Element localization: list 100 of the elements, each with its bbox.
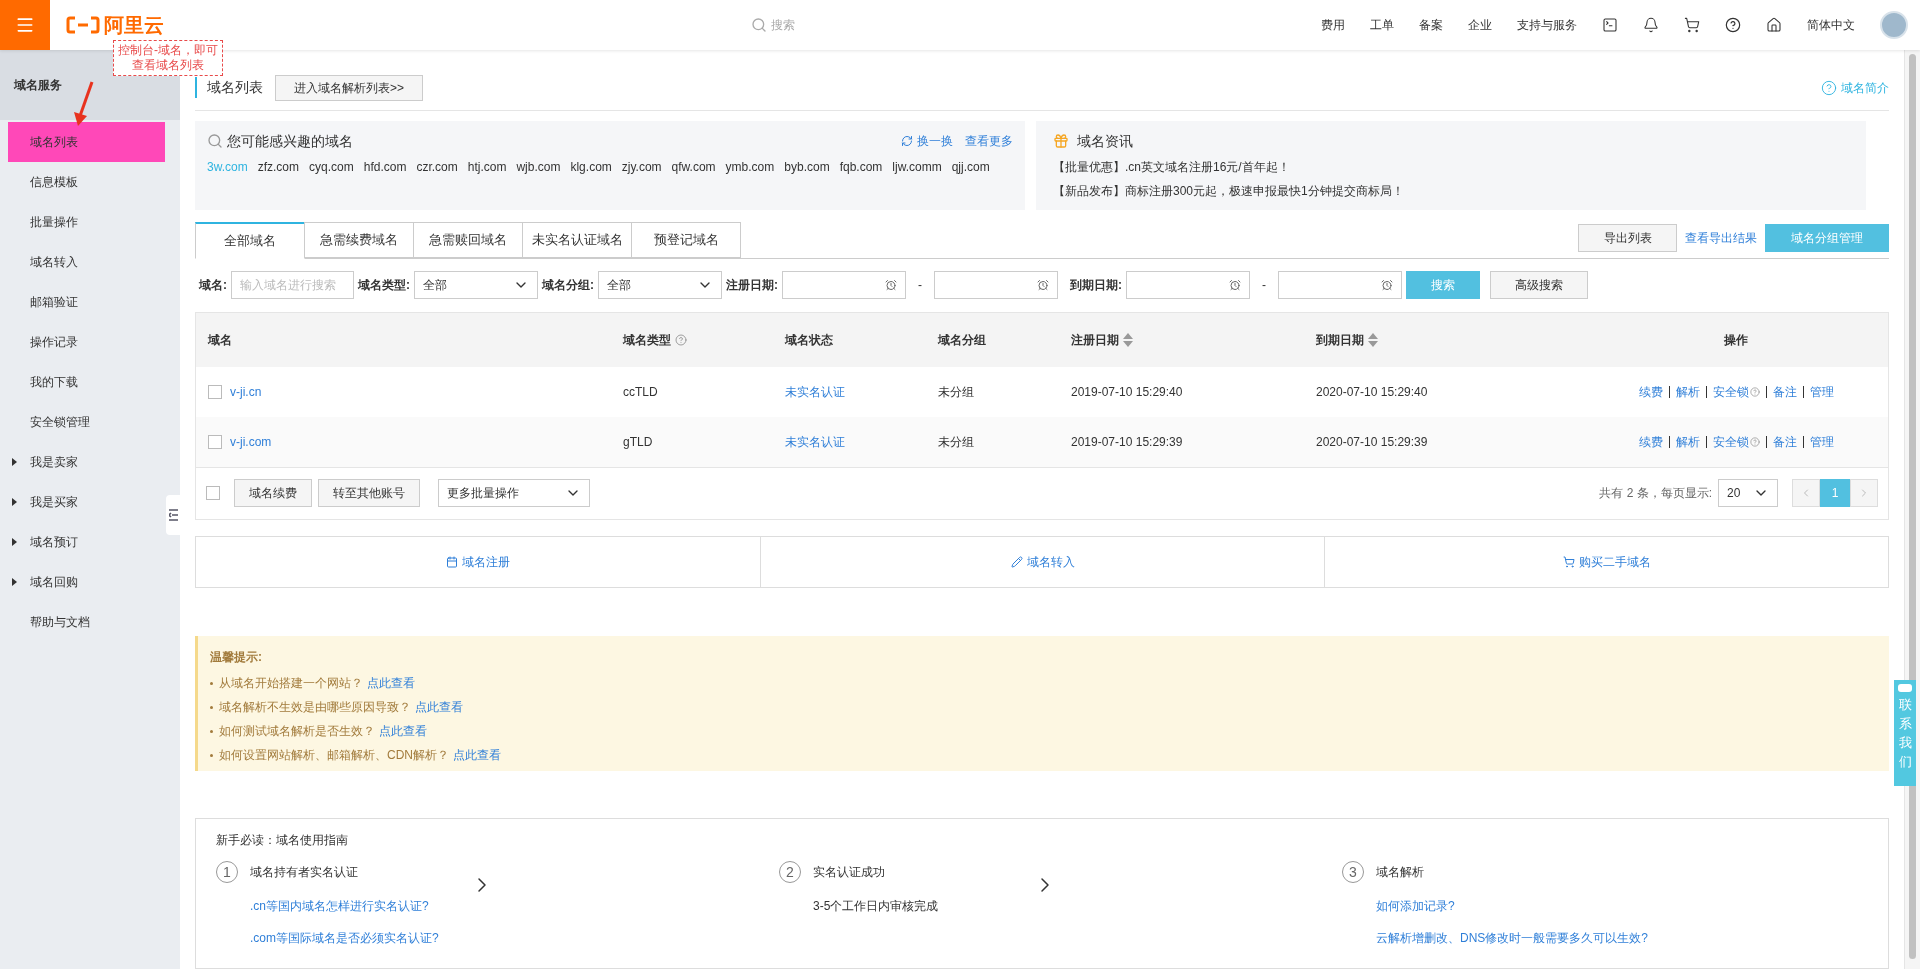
tab[interactable]: 全部域名	[195, 221, 305, 259]
action-link[interactable]: 安全锁	[1705, 385, 1766, 398]
guide-link[interactable]: 如何添加记录?	[1376, 897, 1648, 915]
sort-icon[interactable]	[1123, 332, 1133, 347]
sidebar-item[interactable]: 邮箱验证	[0, 282, 164, 322]
language-link[interactable]: 简体中文	[1807, 16, 1855, 34]
nav-link[interactable]: 费用	[1321, 16, 1345, 34]
date-field[interactable]	[934, 270, 1058, 299]
guide-link[interactable]: .com等国际域名是否必须实名认证?	[250, 929, 460, 947]
tip-link[interactable]: 点此查看	[415, 698, 463, 716]
sidebar-item[interactable]: 我是买家	[0, 482, 164, 522]
action-link[interactable]: 管理	[1802, 435, 1840, 448]
action-link[interactable]: 续费	[1632, 385, 1669, 398]
bell-icon[interactable]	[1643, 17, 1659, 33]
action-link[interactable]: 安全锁	[1705, 435, 1766, 448]
batch-button[interactable]: 转至其他账号	[318, 479, 420, 508]
resolve-list-button[interactable]: 进入域名解析列表>>	[275, 74, 423, 101]
action-link[interactable]: 解析	[1668, 435, 1706, 448]
previous-page-button[interactable]	[1792, 479, 1820, 508]
domain-suggestion[interactable]: cyq.com	[309, 157, 354, 176]
date-field[interactable]	[1126, 270, 1250, 299]
sidebar-item[interactable]: 操作记录	[0, 322, 164, 362]
guide-link[interactable]: 云解析增删改、DNS修改时一般需要多久可以生效?	[1376, 929, 1648, 947]
nav-link[interactable]: 工单	[1370, 16, 1394, 34]
domain-suggestion[interactable]: ymb.com	[725, 157, 775, 176]
status-link[interactable]: 未实名认证	[773, 382, 926, 401]
action-link[interactable]: 备注	[1765, 385, 1803, 398]
domain-suggestion[interactable]: qfw.com	[671, 157, 716, 176]
sidebar-item[interactable]: 域名列表	[8, 122, 165, 162]
sort-icon[interactable]	[1368, 332, 1378, 347]
sidebar-item[interactable]: 信息模板	[0, 162, 164, 202]
domain-suggestion[interactable]: qjj.com	[951, 157, 990, 176]
dropdown-select[interactable]: 更多批量操作	[438, 479, 590, 508]
domain-suggestion[interactable]: htj.com	[467, 157, 507, 176]
logo-icon	[66, 16, 100, 34]
action-link[interactable]: 续费	[1632, 435, 1669, 448]
menu-button[interactable]	[0, 0, 50, 50]
swap-link[interactable]: 换一换	[901, 132, 953, 151]
domain-suggestion[interactable]: klg.com	[570, 157, 612, 176]
checkbox[interactable]	[206, 486, 220, 501]
domain-suggestion[interactable]: fqb.com	[839, 157, 883, 176]
help-icon[interactable]	[1725, 17, 1741, 33]
action-link[interactable]: 管理	[1802, 385, 1840, 398]
avatar[interactable]	[1880, 11, 1908, 39]
sidebar-item[interactable]: 我是卖家	[0, 442, 164, 482]
view-export-link[interactable]: 查看导出结果	[1685, 228, 1757, 247]
status-link[interactable]: 未实名认证	[773, 432, 926, 451]
tip-text: 如何设置网站解析、邮箱解析、CDN解析？	[219, 747, 449, 764]
nav-link[interactable]: 支持与服务	[1517, 16, 1577, 34]
dropdown-select[interactable]: 全部	[598, 270, 722, 299]
sidebar-item[interactable]: 安全锁管理	[0, 402, 164, 442]
domain-suggestion[interactable]: zfz.com	[257, 157, 300, 176]
dropdown-select[interactable]: 全部	[414, 270, 538, 299]
sidebar-item[interactable]: 域名回购	[0, 562, 164, 602]
alarm-clock-icon	[1381, 278, 1393, 291]
domain-suggestion[interactable]: hfd.com	[363, 157, 407, 176]
calendar-icon	[446, 555, 458, 568]
sidebar-item[interactable]: 帮助与文档	[0, 602, 164, 642]
sidebar-item[interactable]: 我的下载	[0, 362, 164, 402]
sidebar-item[interactable]: 批量操作	[0, 202, 164, 242]
domain-suggestion[interactable]: czr.com	[416, 157, 458, 176]
date-field[interactable]	[782, 270, 906, 299]
tab[interactable]: 预登记域名	[631, 221, 741, 258]
checkbox[interactable]	[208, 384, 222, 399]
domain-suggestion[interactable]: ljw.comm	[892, 157, 942, 176]
more-link[interactable]: 查看更多	[965, 132, 1013, 151]
action-link[interactable]: 解析	[1668, 385, 1706, 398]
collapse-handle[interactable]	[166, 495, 180, 535]
quick-action-link[interactable]: 域名转入	[760, 536, 1324, 587]
sidebar-item[interactable]: 域名预订	[0, 522, 164, 562]
quick-action-link[interactable]: 域名注册	[196, 536, 760, 587]
sidebar-item[interactable]: 域名转入	[0, 242, 164, 282]
tip-link[interactable]: 点此查看	[379, 722, 427, 740]
action-link[interactable]: 备注	[1765, 435, 1803, 448]
advanced-search-button[interactable]: 高级搜索	[1490, 270, 1588, 299]
nav-link[interactable]: 备案	[1419, 16, 1443, 34]
bullet-icon	[210, 753, 213, 757]
domain-suggestion[interactable]: zjy.com	[621, 157, 662, 176]
nav-link[interactable]: 企业	[1468, 16, 1492, 34]
checkbox[interactable]	[208, 434, 222, 449]
date-field[interactable]	[1278, 270, 1402, 299]
export-button[interactable]: 导出列表	[1578, 223, 1677, 252]
tab[interactable]: 急需续费域名	[304, 221, 414, 258]
tip-link[interactable]: 点此查看	[367, 674, 415, 692]
tab[interactable]: 未实名认证域名	[522, 221, 632, 258]
domain-suggestion[interactable]: byb.com	[784, 157, 830, 176]
quick-action-link[interactable]: 购买二手域名	[1324, 536, 1888, 587]
tip-link[interactable]: 点此查看	[453, 746, 501, 764]
tab[interactable]: 急需赎回域名	[413, 221, 523, 258]
dropdown-select[interactable]: 20	[1718, 479, 1778, 508]
domain-suggestion[interactable]: wjb.com	[516, 157, 561, 176]
domain-link[interactable]: v-ji.com	[230, 432, 272, 451]
terminal-icon[interactable]	[1602, 17, 1618, 33]
batch-button[interactable]: 域名续费	[234, 479, 312, 508]
cart-icon[interactable]	[1684, 17, 1700, 33]
domain-link[interactable]: v-ji.cn	[230, 382, 262, 401]
table-cell-text: 2020-07-10 15:29:39	[1315, 433, 1429, 451]
guide-link[interactable]: .cn等国内域名怎样进行实名认证?	[250, 897, 460, 915]
home-icon[interactable]	[1766, 17, 1782, 33]
next-page-button[interactable]	[1850, 479, 1878, 508]
